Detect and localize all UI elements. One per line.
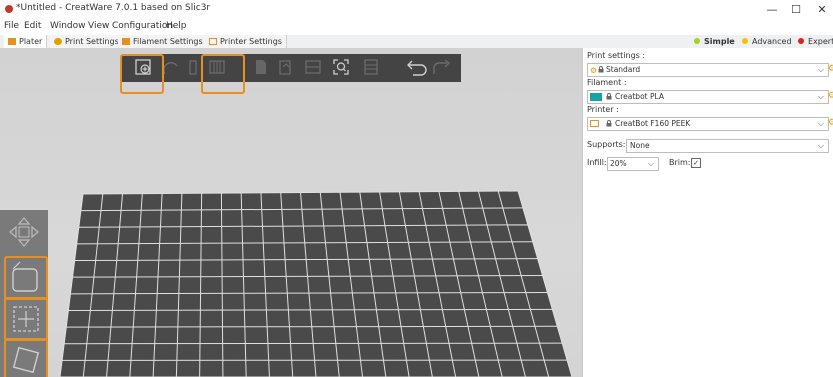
- build-plate: [59, 190, 573, 377]
- delete-all-icon: [189, 60, 197, 75]
- delete-button[interactable]: [162, 58, 180, 76]
- brim-checkbox[interactable]: ✓: [691, 158, 701, 168]
- mode-simple-dot-icon: [694, 38, 700, 44]
- redo-button[interactable]: [432, 58, 454, 76]
- plater-icon: [8, 38, 16, 45]
- supports-select[interactable]: None ⌵: [626, 139, 829, 153]
- print-settings-label: Print settings :: [587, 51, 646, 60]
- app-logo-icon: [5, 5, 13, 13]
- tab-filament-settings-label: Filament Settings: [133, 37, 203, 46]
- infill-label: Infill:: [587, 158, 607, 167]
- title-bar: *Untitled - CreatWare 7.0.1 based on Sli…: [0, 0, 833, 20]
- filament-gear-icon[interactable]: ⚙: [828, 91, 833, 101]
- chevron-down-icon: ⌵: [817, 65, 824, 74]
- copy-button[interactable]: [252, 58, 270, 76]
- tab-bar: Plater Print Settings Filament Settings …: [0, 35, 833, 49]
- filament-label: Filament :: [587, 78, 627, 87]
- zoom-fit-button[interactable]: [332, 58, 350, 76]
- infill-value: 20%: [610, 159, 627, 168]
- print-settings-gear-icon[interactable]: ⚙: [828, 64, 833, 74]
- add-button-highlight: [120, 54, 164, 94]
- menu-file[interactable]: File: [4, 21, 19, 31]
- move-button[interactable]: [8, 301, 44, 337]
- minimize-button[interactable]: —: [762, 2, 782, 18]
- scale-button[interactable]: [8, 260, 44, 296]
- undo-icon: [407, 60, 427, 76]
- mode-advanced-dot-icon: [742, 38, 748, 44]
- filament-icon: [122, 38, 130, 45]
- window-title: *Untitled - CreatWare 7.0.1 based on Sli…: [16, 3, 211, 13]
- tab-filament-settings[interactable]: Filament Settings: [118, 35, 208, 48]
- supports-value: None: [630, 141, 650, 150]
- paste-icon: [279, 60, 291, 75]
- chevron-down-icon: ⌵: [817, 141, 824, 150]
- close-button[interactable]: ✕: [812, 2, 832, 18]
- tab-plater[interactable]: Plater: [4, 35, 48, 48]
- grid-line: [64, 342, 563, 345]
- menu-bar: File Edit Window View Configuration Help: [0, 20, 833, 35]
- gear-icon: [54, 38, 62, 45]
- rotate-icon: [12, 346, 40, 374]
- paste-button[interactable]: [276, 58, 294, 76]
- tab-printer-settings[interactable]: Printer Settings: [205, 35, 287, 48]
- filament-color-swatch: [590, 93, 602, 101]
- gear-icon: ⚙: [590, 66, 598, 75]
- filament-value: Creatbot PLA: [615, 92, 664, 101]
- infill-select[interactable]: 20% ⌵: [607, 157, 659, 171]
- arrange-button-highlight: [201, 54, 245, 94]
- redo-icon: [433, 59, 451, 74]
- menu-help[interactable]: Help: [166, 21, 187, 31]
- mode-advanced[interactable]: Advanced: [742, 36, 792, 47]
- undo-button[interactable]: [404, 58, 430, 76]
- lock-icon: [606, 93, 612, 100]
- lock-icon: [598, 66, 604, 73]
- printer-value: CreatBot F160 PEEK: [615, 119, 691, 128]
- menu-window[interactable]: Window: [50, 21, 86, 31]
- add-instance-icon: [305, 60, 321, 74]
- move-arrows-icon: [9, 217, 39, 247]
- mode-expert[interactable]: Expert: [798, 36, 833, 47]
- tab-printer-settings-label: Printer Settings: [220, 37, 282, 46]
- printer-icon: [209, 38, 217, 45]
- layers-icon: [364, 59, 378, 75]
- menu-view[interactable]: View: [88, 21, 109, 31]
- brim-label: Brim:: [669, 158, 691, 167]
- chevron-down-icon: ⌵: [647, 159, 654, 168]
- lock-icon: [606, 120, 612, 127]
- zoom-fit-icon: [333, 59, 349, 75]
- tab-plater-label: Plater: [19, 37, 43, 46]
- printer-icon: [590, 120, 599, 127]
- rotate-button[interactable]: [8, 342, 44, 377]
- tab-print-settings-label: Print Settings: [65, 37, 119, 46]
- scale-icon: [12, 261, 38, 292]
- add-instance-button[interactable]: [304, 58, 322, 76]
- menu-configuration[interactable]: Configuration: [112, 21, 173, 31]
- mode-simple[interactable]: Simple: [694, 36, 735, 47]
- mode-advanced-label: Advanced: [752, 37, 792, 46]
- tab-print-settings[interactable]: Print Settings: [50, 35, 124, 48]
- printer-gear-icon[interactable]: ⚙: [828, 118, 833, 128]
- filament-select[interactable]: Creatbot PLA ⌵: [587, 90, 829, 104]
- printer-select[interactable]: CreatBot F160 PEEK ⌵: [587, 117, 829, 131]
- maximize-button[interactable]: ☐: [786, 2, 806, 18]
- move-view-button[interactable]: [6, 214, 42, 250]
- chevron-down-icon: ⌵: [817, 119, 824, 128]
- top-toolbar: [122, 54, 461, 82]
- delete-icon: [163, 62, 178, 75]
- menu-edit[interactable]: Edit: [24, 21, 41, 31]
- move-icon: [13, 306, 39, 332]
- settings-panel: Print settings : ⚙ Standard ⌵ ⚙ Filament…: [582, 48, 833, 377]
- delete-all-button[interactable]: [184, 58, 202, 76]
- supports-label: Supports:: [587, 140, 626, 149]
- mode-simple-label: Simple: [704, 37, 735, 46]
- print-settings-value: Standard: [606, 65, 641, 74]
- copy-icon: [256, 60, 266, 74]
- chevron-down-icon: ⌵: [817, 92, 824, 101]
- printer-label: Printer :: [587, 105, 619, 114]
- print-settings-select[interactable]: ⚙ Standard ⌵: [587, 63, 829, 77]
- 3d-viewport[interactable]: [0, 48, 582, 377]
- mode-expert-label: Expert: [808, 37, 833, 46]
- mode-expert-dot-icon: [798, 38, 804, 44]
- layers-button[interactable]: [362, 58, 380, 76]
